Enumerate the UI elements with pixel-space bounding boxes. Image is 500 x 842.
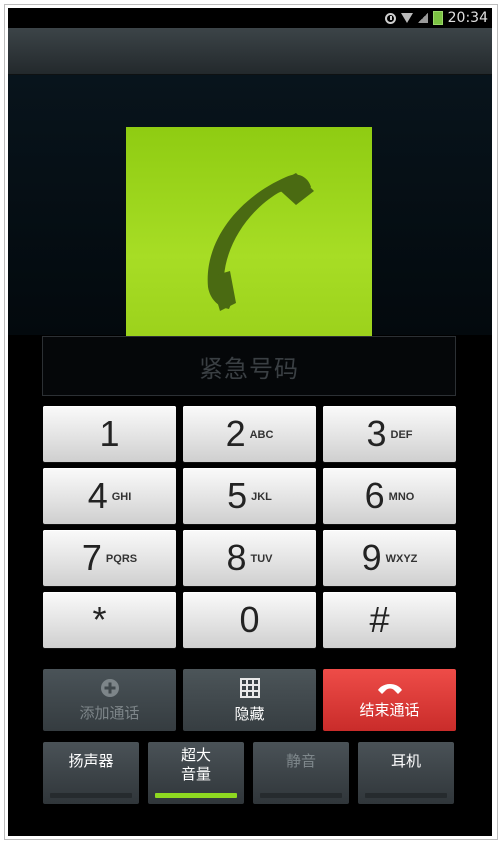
keypad-grid-icon bbox=[239, 677, 260, 698]
dial-key-8[interactable]: 8 TUV bbox=[183, 530, 316, 586]
headset-indicator bbox=[365, 793, 447, 798]
caller-panel bbox=[8, 75, 492, 343]
headset-toggle[interactable]: 耳机 bbox=[358, 742, 454, 804]
caller-name-display: 紧急号码 bbox=[42, 336, 456, 396]
dial-key-1[interactable]: 1 bbox=[43, 406, 176, 462]
status-bar: 20:34 bbox=[8, 8, 492, 28]
speaker-toggle[interactable]: 扬声器 bbox=[43, 742, 139, 804]
dial-key-5[interactable]: 5 JKL bbox=[183, 468, 316, 524]
dial-key-0[interactable]: 0 bbox=[183, 592, 316, 648]
dial-key-2[interactable]: 2 ABC bbox=[183, 406, 316, 462]
phone-handset-icon bbox=[207, 173, 314, 311]
mute-toggle[interactable]: 静音 bbox=[253, 742, 349, 804]
hide-label: 隐藏 bbox=[234, 704, 265, 723]
extra-volume-toggle[interactable]: 超大 音量 bbox=[148, 742, 244, 804]
dial-key-star[interactable]: * bbox=[43, 592, 176, 648]
caller-photo bbox=[126, 127, 372, 343]
end-call-label: 结束通话 bbox=[359, 700, 420, 719]
status-time: 20:34 bbox=[447, 10, 488, 26]
wifi-icon bbox=[400, 13, 413, 23]
call-header-band bbox=[8, 28, 492, 75]
end-call-icon bbox=[377, 683, 402, 694]
alarm-icon bbox=[384, 12, 396, 24]
extra-volume-label: 超大 音量 bbox=[180, 746, 211, 783]
mute-indicator bbox=[260, 793, 342, 798]
speaker-label: 扬声器 bbox=[68, 752, 114, 770]
add-call-label: 添加通话 bbox=[79, 703, 140, 722]
dial-key-9[interactable]: 9 WXYZ bbox=[323, 530, 456, 586]
dial-key-hash[interactable]: # bbox=[323, 592, 456, 648]
dial-key-6[interactable]: 6 MNO bbox=[323, 468, 456, 524]
mute-label: 静音 bbox=[285, 752, 316, 770]
caller-name: 紧急号码 bbox=[199, 354, 299, 383]
signal-icon bbox=[417, 13, 428, 23]
dial-key-7[interactable]: 7 PQRS bbox=[43, 530, 176, 586]
add-circle-icon bbox=[100, 678, 119, 697]
speaker-indicator bbox=[50, 793, 132, 798]
extra-volume-indicator bbox=[155, 793, 237, 798]
hide-keypad-button[interactable]: 隐藏 bbox=[183, 669, 316, 731]
dial-key-3[interactable]: 3 DEF bbox=[323, 406, 456, 462]
battery-icon bbox=[432, 11, 443, 25]
end-call-button[interactable]: 结束通话 bbox=[323, 669, 456, 731]
in-call-screen: 20:34 紧急号码 1 2 ABC 3 DEF 4 GHI 5 JKL 6 MNO 7P… bbox=[8, 8, 492, 836]
dial-key-4[interactable]: 4 GHI bbox=[43, 468, 176, 524]
headset-label: 耳机 bbox=[390, 752, 421, 770]
add-call-button[interactable]: 添加通话 bbox=[43, 669, 176, 731]
